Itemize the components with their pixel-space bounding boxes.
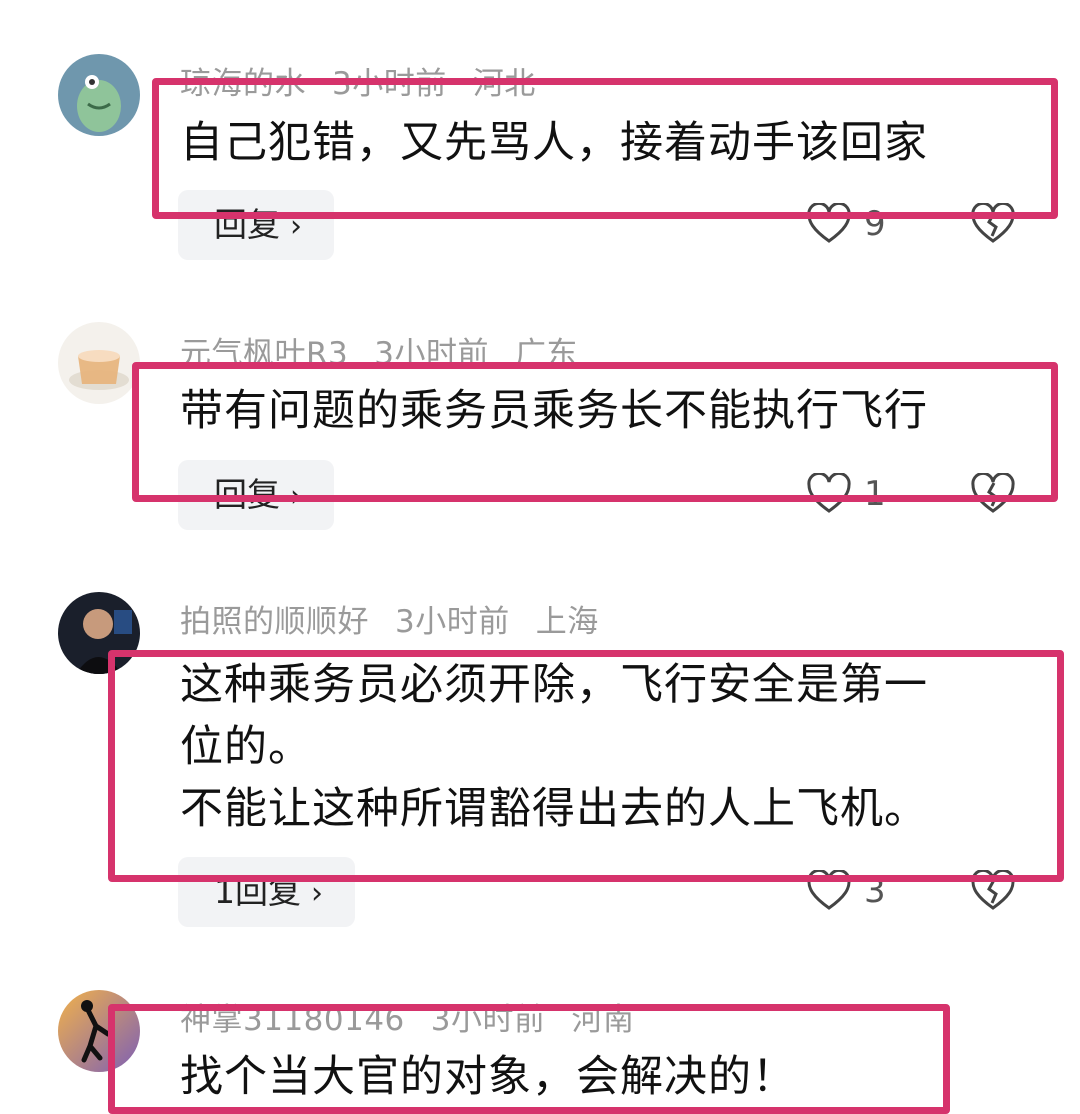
heart-icon <box>807 870 851 910</box>
comment-meta: 拍照的顺顺好 3小时前 上海 <box>180 596 625 641</box>
avatar[interactable] <box>58 322 140 404</box>
broken-heart-icon <box>971 471 1015 513</box>
comment-text: 找个当大官的对象，会解决的！ <box>180 1046 1010 1108</box>
comment-meta: 元气枫叶R3 3小时前 广东 <box>180 328 604 373</box>
dislike-button[interactable] <box>970 471 1016 519</box>
dislike-button[interactable] <box>970 201 1016 249</box>
reply-label: 回复 <box>214 475 280 514</box>
comment-line: 带有问题的乘务员乘务长不能执行飞行 <box>180 386 928 436</box>
comment-text: 这种乘务员必须开除，飞行安全是第一 位的。 不能让这种所谓豁得出去的人上飞机。 <box>180 654 1010 840</box>
reply-label: 1回复 <box>214 872 301 911</box>
like-count: 1 <box>864 474 886 514</box>
comment-meta: 神掌31180146 3小时前 河南 <box>180 994 661 1039</box>
avatar[interactable] <box>58 592 140 674</box>
reply-button[interactable]: 回复 › <box>178 460 334 530</box>
broken-heart-icon <box>971 868 1015 910</box>
location: 上海 <box>535 604 599 640</box>
like-button[interactable]: 9 <box>806 203 886 245</box>
heart-icon <box>807 473 851 513</box>
timestamp: 3小时前 <box>374 336 489 372</box>
comment-text: 带有问题的乘务员乘务长不能执行飞行 <box>180 380 1010 442</box>
reply-button[interactable]: 1回复 › <box>178 857 355 927</box>
dislike-button[interactable] <box>970 868 1016 916</box>
avatar[interactable] <box>58 990 140 1072</box>
like-button[interactable]: 3 <box>806 870 886 912</box>
username[interactable]: 元气枫叶R3 <box>180 336 348 372</box>
like-count: 3 <box>864 871 886 911</box>
broken-heart-icon <box>971 201 1015 243</box>
comment-line: 不能让这种所谓豁得出去的人上飞机。 <box>180 784 928 834</box>
comment-meta: 琼海的水 3小时前 河北 <box>180 58 562 103</box>
location: 河北 <box>472 66 536 102</box>
reply-button[interactable]: 回复 › <box>178 190 334 260</box>
chevron-right-icon: › <box>290 479 302 514</box>
comment-line: 位的。 <box>180 722 312 772</box>
location: 广东 <box>515 336 578 372</box>
timestamp: 3小时前 <box>395 604 510 640</box>
comment-line: 找个当大官的对象，会解决的！ <box>180 1052 796 1102</box>
comment-text: 自己犯错，又先骂人，接着动手该回家 <box>180 112 1010 174</box>
chevron-right-icon: › <box>290 209 302 244</box>
reply-label: 回复 <box>214 205 280 244</box>
comment-line: 自己犯错，又先骂人，接着动手该回家 <box>180 118 928 168</box>
timestamp: 3小时前 <box>430 1002 546 1038</box>
location: 河南 <box>571 1002 635 1038</box>
comment-line: 这种乘务员必须开除，飞行安全是第一 <box>180 660 928 710</box>
like-button[interactable]: 1 <box>806 473 886 515</box>
timestamp: 3小时前 <box>332 66 447 102</box>
heart-icon <box>807 203 851 243</box>
username[interactable]: 神掌31180146 <box>180 1002 405 1038</box>
username[interactable]: 拍照的顺顺好 <box>180 604 369 640</box>
avatar[interactable] <box>58 54 140 136</box>
like-count: 9 <box>864 204 886 244</box>
chevron-right-icon: › <box>311 876 323 911</box>
username[interactable]: 琼海的水 <box>180 66 306 102</box>
